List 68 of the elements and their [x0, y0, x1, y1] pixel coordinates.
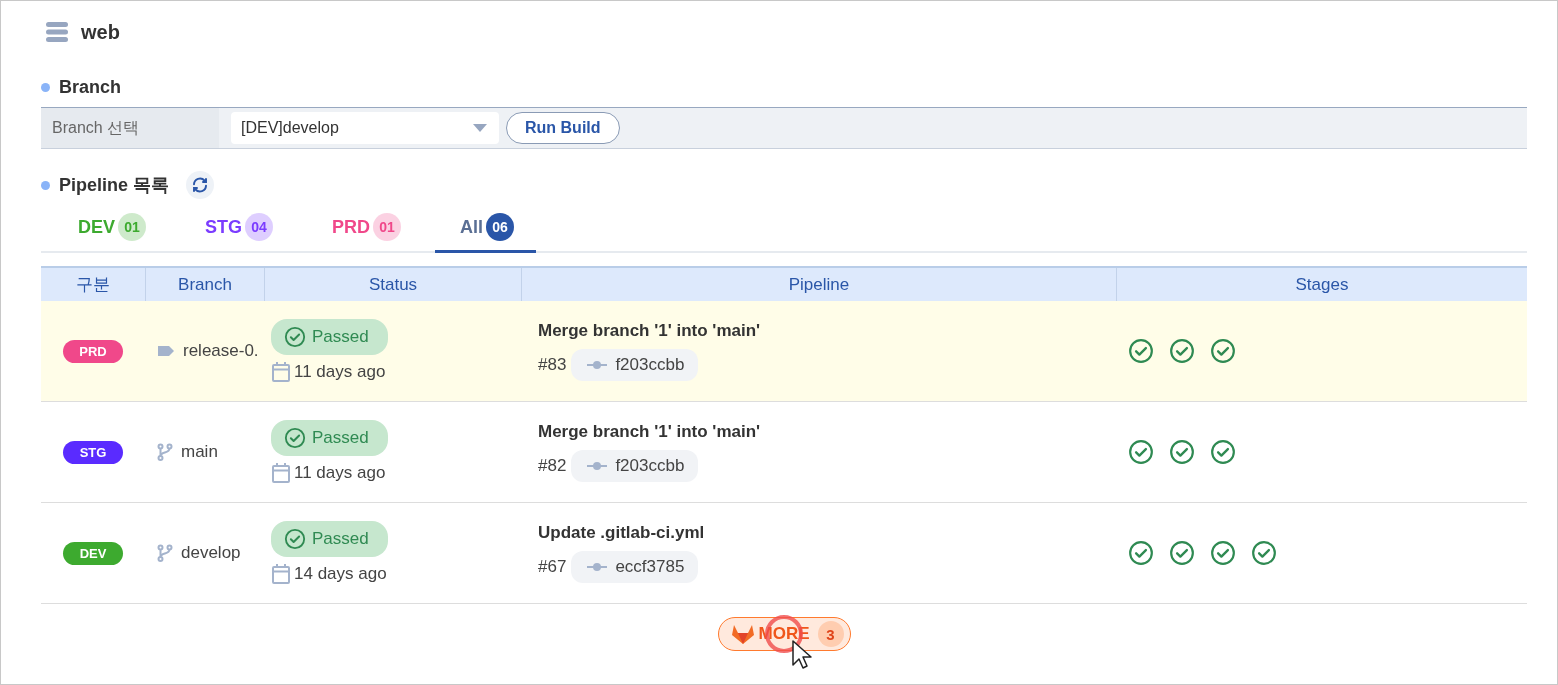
section-heading: Pipeline 목록 [59, 174, 170, 197]
count-badge: 04 [245, 213, 274, 241]
env-tab[interactable]: All 06 [435, 204, 537, 253]
calendar-icon [271, 361, 291, 383]
fox-logo-icon [730, 623, 755, 645]
caret-icon [473, 124, 487, 132]
check-circle-icon[interactable] [1169, 540, 1195, 566]
status-badge: Passed [271, 319, 388, 355]
tab-label: DEV [78, 216, 115, 238]
branch-name: release-0. [183, 341, 259, 361]
check-circle-icon[interactable] [1210, 540, 1236, 566]
calendar-icon [271, 462, 291, 484]
env-badge: PRD [63, 339, 123, 363]
check-circle-icon[interactable] [1128, 338, 1154, 364]
commit-icon [587, 461, 608, 471]
status-badge: Passed [271, 420, 388, 456]
refresh-button[interactable] [186, 171, 215, 199]
commit-icon [587, 562, 608, 572]
commit-chip[interactable]: eccf3785 [571, 551, 699, 583]
check-circle-icon [284, 427, 306, 449]
refresh-icon [191, 176, 210, 194]
branch-name: main [181, 442, 218, 462]
check-circle-icon[interactable] [1210, 439, 1236, 465]
bullet-dot [41, 83, 50, 92]
pipeline-title[interactable]: Merge branch '1' into 'main' [538, 422, 761, 442]
calendar-icon [271, 563, 291, 585]
check-circle-icon[interactable] [1128, 540, 1154, 566]
tab-label: STG [205, 216, 243, 238]
bullet-dot [41, 180, 50, 190]
branch-select[interactable]: [DEV]develop [231, 112, 499, 144]
count-badge: 06 [486, 213, 515, 241]
pipeline-title[interactable]: Update .gitlab-ci.yml [538, 523, 705, 543]
tab-label: All [460, 216, 484, 238]
commit-chip[interactable]: f203ccbb [571, 450, 699, 482]
env-badge: STG [63, 440, 123, 464]
check-circle-icon [284, 528, 306, 550]
env-tab[interactable]: PRD 01 [307, 204, 424, 253]
check-circle-icon[interactable] [1251, 540, 1277, 566]
time-ago: 11 days ago [294, 463, 386, 483]
status-badge: Passed [271, 521, 388, 557]
pipeline-number[interactable]: #67 [538, 557, 567, 577]
tab-label: PRD [332, 216, 371, 238]
env-badge: DEV [63, 541, 123, 565]
check-circle-icon [284, 326, 306, 348]
pipeline-row[interactable]: PRD release-0. Passed 11 days ago Merge branch '1' into 'main' #83 f203ccbb [41, 301, 1527, 402]
check-circle-icon[interactable] [1210, 338, 1236, 364]
check-circle-icon[interactable] [1128, 439, 1154, 465]
pipeline-row[interactable]: DEV develop Passed 14 days ago Update .gitlab-ci.yml #67 eccf3785 [41, 503, 1527, 604]
section-heading: Branch [59, 77, 121, 98]
count-badge: 01 [373, 213, 402, 241]
check-circle-icon[interactable] [1169, 338, 1195, 364]
pipeline-number[interactable]: #83 [538, 355, 567, 375]
pipeline-row[interactable]: STG main Passed 11 days ago Merge branch '1' into 'main' #82 f203ccbb [41, 402, 1527, 503]
env-tab[interactable]: STG 04 [180, 204, 296, 253]
time-ago: 11 days ago [294, 362, 386, 382]
pipeline-title[interactable]: Merge branch '1' into 'main' [538, 321, 761, 341]
server-icon [45, 21, 69, 43]
project-title: web [81, 20, 120, 44]
commit-icon [587, 360, 608, 370]
field-label: Branch 선택 [41, 108, 219, 148]
column-header: 구분 [75, 274, 111, 296]
run-build-button[interactable]: Run Build [506, 112, 620, 144]
check-circle-icon[interactable] [1169, 439, 1195, 465]
count-badge: 01 [118, 213, 146, 241]
branch-name: develop [181, 543, 241, 563]
pipeline-number[interactable]: #82 [538, 456, 567, 476]
commit-chip[interactable]: f203ccbb [571, 349, 699, 381]
time-ago: 14 days ago [294, 564, 387, 584]
